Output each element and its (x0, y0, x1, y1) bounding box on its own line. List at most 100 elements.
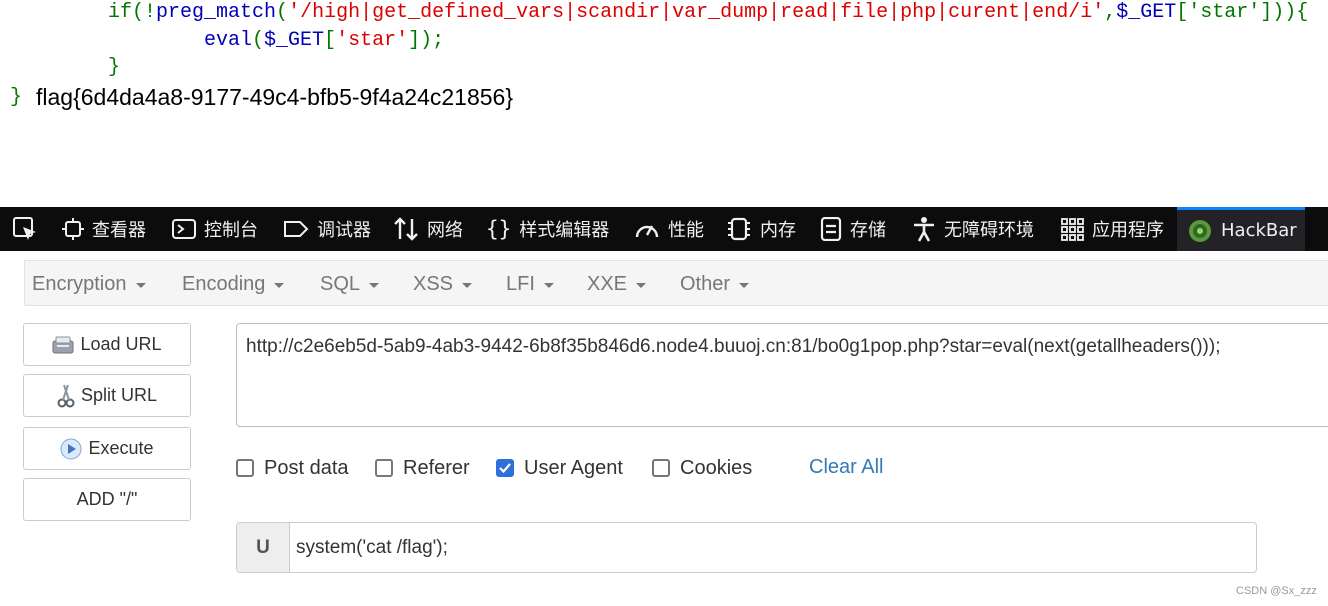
menu-encryption-label: Encryption (32, 272, 127, 295)
tab-hackbar[interactable]: HackBar (1177, 207, 1305, 251)
tab-style-editor-label: 样式编辑器 (519, 220, 610, 241)
tab-style-editor[interactable]: {} 样式编辑器 (486, 207, 609, 251)
user-agent-label: User Agent (524, 456, 623, 479)
menu-sql[interactable]: SQL (320, 261, 380, 307)
code-paren: ( (276, 1, 289, 24)
menu-encoding[interactable]: Encoding (182, 261, 285, 307)
element-picker-button[interactable] (12, 207, 46, 251)
tab-storage-label: 存储 (850, 220, 886, 241)
hackbar-menu-bar: Encryption Encoding SQL XSS LFI XXE Othe… (24, 260, 1328, 306)
url-value: http://c2e6eb5d-5ab9-4ab3-9442-6b8f35b84… (246, 336, 1221, 357)
menu-other-label: Other (680, 272, 731, 295)
add-slash-label: ADD "/" (76, 489, 138, 509)
menu-xxe-label: XXE (587, 272, 628, 295)
code-var-get: $_GET (1116, 1, 1177, 24)
code-key-star: ['star'] (1176, 1, 1273, 24)
debugger-icon (283, 219, 309, 239)
code-if: if(! (108, 1, 157, 24)
tab-debugger-label: 调试器 (317, 220, 371, 241)
execute-button[interactable]: Execute (23, 427, 191, 470)
tab-network-label: 网络 (427, 220, 463, 241)
tab-inspector-label: 查看器 (92, 220, 146, 241)
caret-down-icon (636, 282, 647, 288)
console-icon (172, 218, 196, 240)
split-url-button[interactable]: Split URL (23, 374, 191, 417)
php-source-view: if(!preg_match('/high|get_defined_vars|s… (0, 0, 1328, 200)
menu-lfi[interactable]: LFI (506, 261, 554, 307)
code-close: ]); (408, 29, 445, 52)
tab-network[interactable]: 网络 (393, 207, 463, 251)
code-func-preg-match: preg_match (156, 1, 277, 24)
tab-console[interactable]: 控制台 (172, 207, 258, 251)
checkbox-unchecked-icon (375, 459, 393, 477)
tab-memory[interactable]: 内存 (726, 207, 796, 251)
checkbox-checked-icon (496, 459, 514, 477)
code-line-close-brace: } (108, 56, 121, 79)
network-icon (393, 217, 419, 241)
tab-accessibility[interactable]: 无障碍环境 (912, 207, 1034, 251)
menu-xss[interactable]: XSS (413, 261, 473, 307)
scissors-icon (57, 383, 75, 409)
caret-down-icon (135, 282, 146, 288)
checkbox-unchecked-icon (236, 459, 254, 477)
caret-down-icon (543, 282, 554, 288)
load-url-icon (52, 335, 74, 355)
accessibility-icon (912, 216, 936, 242)
code-string-star: 'star' (336, 29, 409, 52)
performance-icon (634, 217, 660, 241)
tab-inspector[interactable]: 查看器 (62, 207, 146, 251)
caret-down-icon (274, 282, 285, 288)
tab-debugger[interactable]: 调试器 (283, 207, 371, 251)
user-agent-input[interactable] (289, 523, 1256, 572)
application-icon (1060, 217, 1084, 241)
cookies-label: Cookies (680, 456, 753, 479)
menu-xxe[interactable]: XXE (587, 261, 647, 307)
clear-all-link[interactable]: Clear All (809, 456, 883, 479)
menu-encoding-label: Encoding (182, 272, 266, 295)
caret-down-icon (739, 282, 750, 288)
style-editor-icon: {} (486, 217, 512, 241)
tab-application-label: 应用程序 (1092, 220, 1164, 241)
code-line-eval: eval($_GET['star']); (204, 28, 444, 54)
user-agent-checkbox[interactable]: User Agent (496, 456, 623, 480)
tab-performance-label: 性能 (668, 220, 704, 241)
devtools-toolbar: 查看器 控制台 调试器 网络 {} 样式编辑器 性能 内存 存储 无障碍环境 应… (0, 207, 1328, 251)
user-agent-input-group: U (236, 522, 1257, 573)
split-url-label: Split URL (80, 385, 158, 405)
load-url-label: Load URL (80, 334, 162, 354)
menu-sql-label: SQL (320, 272, 361, 295)
memory-icon (726, 217, 752, 241)
user-agent-addon: U (237, 523, 290, 572)
tab-performance[interactable]: 性能 (634, 207, 704, 251)
tab-application[interactable]: 应用程序 (1060, 207, 1164, 251)
menu-other[interactable]: Other (680, 261, 750, 307)
code-line-outer-brace: } (10, 86, 23, 109)
menu-encryption[interactable]: Encryption (32, 261, 146, 307)
code-regex-pattern: '/high|get_defined_vars|scandir|var_dump… (288, 1, 1105, 24)
execute-label: Execute (88, 438, 154, 458)
referer-checkbox[interactable]: Referer (375, 456, 470, 480)
load-url-button[interactable]: Load URL (23, 323, 191, 366)
code-paren: ( (252, 29, 265, 52)
cookies-checkbox[interactable]: Cookies (652, 456, 752, 480)
referer-label: Referer (403, 456, 470, 479)
caret-down-icon (369, 282, 380, 288)
code-var-get: $_GET (264, 29, 325, 52)
post-data-label: Post data (264, 456, 349, 479)
tab-hackbar-label: HackBar (1221, 220, 1297, 241)
caret-down-icon (462, 282, 473, 288)
storage-icon (820, 217, 842, 241)
add-slash-button[interactable]: ADD "/" (23, 478, 191, 521)
code-func-eval: eval (204, 29, 253, 52)
menu-xss-label: XSS (413, 272, 454, 295)
code-comma: , (1104, 1, 1117, 24)
tab-memory-label: 内存 (760, 220, 796, 241)
menu-lfi-label: LFI (506, 272, 535, 295)
tab-accessibility-label: 无障碍环境 (944, 220, 1034, 241)
inspector-icon (62, 218, 84, 240)
tab-storage[interactable]: 存储 (820, 207, 886, 251)
post-data-checkbox[interactable]: Post data (236, 456, 349, 480)
element-picker-icon (12, 216, 38, 242)
url-textarea[interactable]: http://c2e6eb5d-5ab9-4ab3-9442-6b8f35b84… (236, 323, 1328, 427)
play-icon (60, 438, 82, 460)
